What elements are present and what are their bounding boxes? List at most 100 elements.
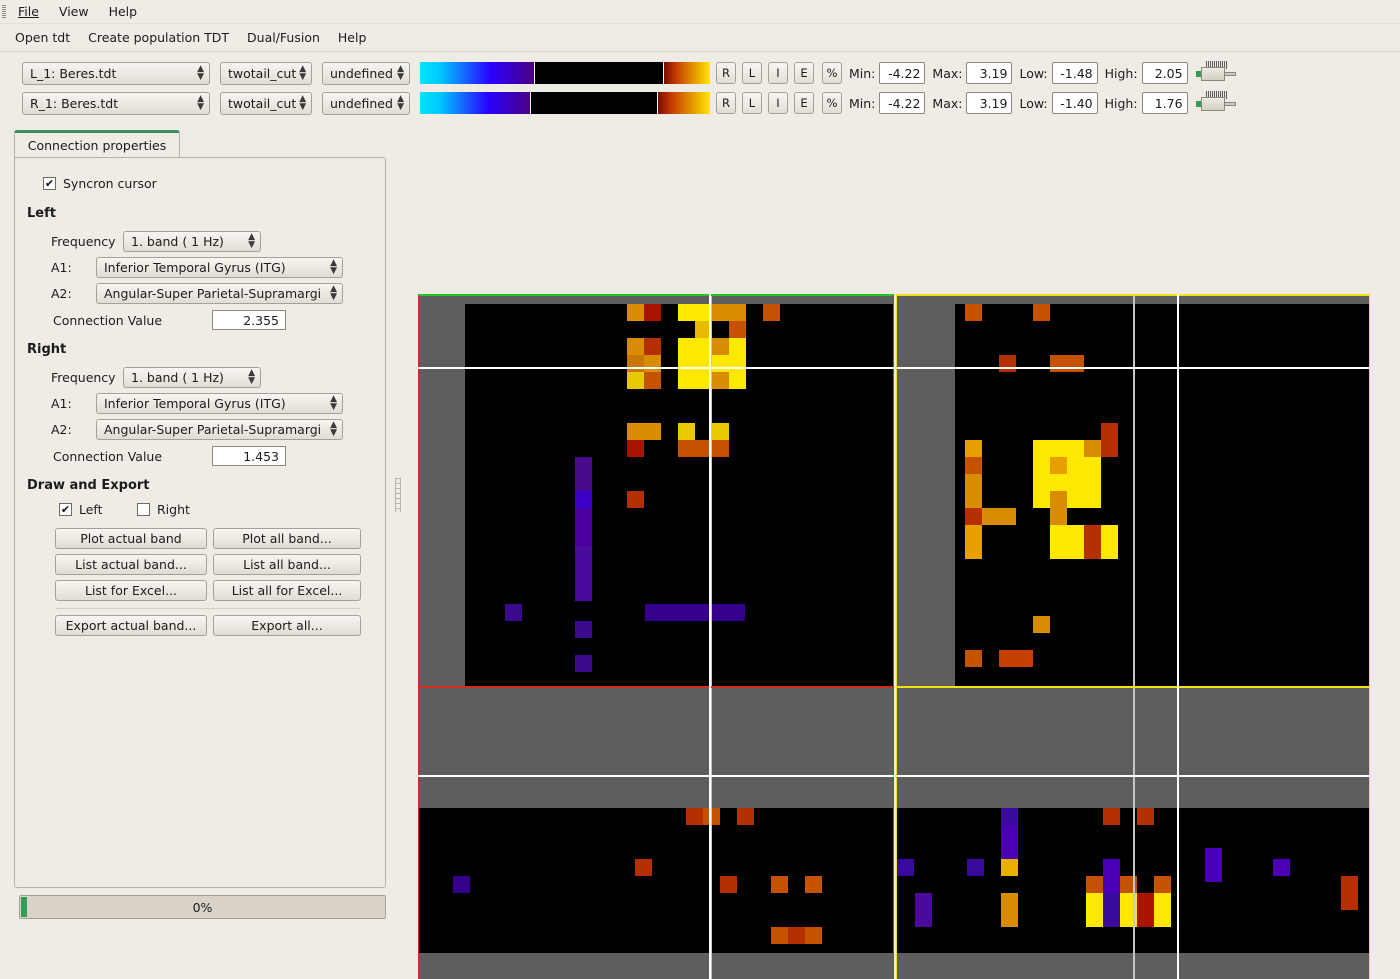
heatmap-cell[interactable] bbox=[1101, 423, 1118, 457]
heatmap-cell[interactable] bbox=[627, 304, 644, 321]
slider-track[interactable] bbox=[1223, 102, 1236, 106]
button-percent-right[interactable]: % bbox=[822, 92, 842, 114]
command-open-tdt[interactable]: Open tdt bbox=[6, 27, 79, 48]
heatmap-cell[interactable] bbox=[771, 927, 788, 944]
button-r-right[interactable]: R bbox=[716, 92, 736, 114]
heatmap-cell[interactable] bbox=[1067, 457, 1084, 474]
heatmap-cell[interactable] bbox=[575, 621, 592, 638]
heatmap-cell[interactable] bbox=[453, 876, 470, 893]
heatmap-cell[interactable] bbox=[678, 423, 695, 440]
button-e-left[interactable]: E bbox=[794, 62, 814, 84]
method-select-right[interactable]: twotail_cut ▲ ▼ bbox=[220, 91, 312, 115]
heatmap-cell[interactable] bbox=[1033, 304, 1050, 321]
connectivity-heatmap[interactable] bbox=[418, 127, 1370, 979]
heatmap-cell[interactable] bbox=[1205, 848, 1222, 882]
left-a2-select[interactable]: Angular-Super Parietal-Supramargi ▲ ▼ bbox=[96, 282, 343, 304]
heatmap-cell[interactable] bbox=[1050, 508, 1067, 525]
heatmap-cell[interactable] bbox=[712, 372, 729, 389]
button-r-left[interactable]: R bbox=[716, 62, 736, 84]
heatmap-cell[interactable] bbox=[627, 355, 644, 372]
heatmap-cell[interactable] bbox=[627, 491, 644, 508]
menu-item-file[interactable]: File bbox=[8, 2, 49, 21]
heatmap-cell[interactable] bbox=[712, 423, 729, 440]
heatmap-cell[interactable] bbox=[1050, 491, 1067, 508]
crosshair-horizontal-left-upper[interactable] bbox=[418, 367, 894, 369]
heatmap-cell[interactable] bbox=[627, 440, 644, 457]
dataset-select-left[interactable]: L_1: Beres.tdt ▲ ▼ bbox=[22, 61, 210, 85]
heatmap-cell[interactable] bbox=[1103, 876, 1120, 893]
heatmap-cell[interactable] bbox=[729, 304, 746, 321]
threshold-slider-right[interactable] bbox=[1195, 91, 1236, 113]
heatmap-cell[interactable] bbox=[729, 338, 746, 355]
heatmap-cell[interactable] bbox=[915, 910, 932, 927]
heatmap-cell[interactable] bbox=[505, 604, 522, 621]
low-input-right[interactable]: -1.40 bbox=[1051, 92, 1098, 114]
heatmap-cell[interactable] bbox=[1001, 859, 1018, 876]
heatmap-cell[interactable] bbox=[965, 650, 982, 667]
heatmap-cell[interactable] bbox=[965, 304, 982, 321]
heatmap-cell[interactable] bbox=[678, 355, 695, 372]
crosshair-horizontal-right-lower[interactable] bbox=[896, 775, 1370, 777]
left-connection-value-field[interactable]: 2.355 bbox=[212, 310, 286, 330]
heatmap-cell[interactable] bbox=[965, 457, 982, 474]
heatmap-cell[interactable] bbox=[1103, 808, 1120, 825]
heatmap-cell[interactable] bbox=[712, 304, 729, 321]
mode-select-left[interactable]: undefined ▲ ▼ bbox=[322, 61, 410, 85]
heatmap-cell[interactable] bbox=[1084, 542, 1101, 559]
left-frequency-select[interactable]: 1. band ( 1 Hz) ▲ ▼ bbox=[123, 230, 261, 252]
heatmap-cell[interactable] bbox=[627, 372, 644, 389]
heatmap-cell[interactable] bbox=[644, 304, 661, 321]
heatmap-cell[interactable] bbox=[915, 893, 932, 910]
menu-drag-grip[interactable] bbox=[2, 4, 6, 19]
heatmap-cell[interactable] bbox=[1101, 542, 1118, 559]
heatmap-cell[interactable] bbox=[737, 808, 754, 825]
heatmap-cell[interactable] bbox=[635, 859, 652, 876]
heatmap-cell[interactable] bbox=[678, 372, 695, 389]
heatmap-cell[interactable] bbox=[788, 927, 805, 944]
crosshair-vertical-left-lower[interactable] bbox=[709, 687, 711, 979]
heatmap-cell[interactable] bbox=[729, 355, 746, 372]
heatmap-cell[interactable] bbox=[1001, 893, 1018, 927]
heatmap-cell[interactable] bbox=[965, 491, 982, 508]
right-connection-value-field[interactable]: 1.453 bbox=[212, 446, 286, 466]
heatmap-cell[interactable] bbox=[712, 338, 729, 355]
min-input-left[interactable]: -4.22 bbox=[879, 62, 926, 84]
heatmap-cell[interactable] bbox=[965, 474, 982, 491]
heatmap-cell[interactable] bbox=[627, 423, 644, 440]
high-input-left[interactable]: 2.05 bbox=[1141, 62, 1188, 84]
list-all-for-excel-button[interactable]: List all for Excel... bbox=[213, 580, 361, 601]
heatmap-cell[interactable] bbox=[1101, 525, 1118, 542]
heatmap-cell[interactable] bbox=[1033, 440, 1084, 457]
heatmap-cell[interactable] bbox=[729, 372, 746, 389]
syncron-cursor-checkbox[interactable]: ✔ Syncron cursor bbox=[43, 176, 157, 191]
colorbar-right[interactable] bbox=[420, 92, 710, 114]
heatmap-cell[interactable] bbox=[1033, 457, 1050, 474]
heatmap-cell[interactable] bbox=[575, 655, 592, 672]
menu-item-view[interactable]: View bbox=[49, 2, 99, 21]
plot-actual-band-button[interactable]: Plot actual band bbox=[55, 528, 207, 549]
export-left-checkbox[interactable]: ✔ Left bbox=[59, 502, 103, 517]
heatmap-cell[interactable] bbox=[1084, 440, 1101, 457]
heatmap-cell[interactable] bbox=[1084, 457, 1101, 474]
command-dual-fusion[interactable]: Dual/Fusion bbox=[238, 27, 329, 48]
heatmap-cell[interactable] bbox=[1050, 525, 1084, 542]
heatmap-cell[interactable] bbox=[678, 338, 695, 355]
heatmap-quadrant-left-lower[interactable] bbox=[418, 687, 894, 979]
heatmap-cell[interactable] bbox=[720, 876, 737, 893]
heatmap-cell[interactable] bbox=[999, 355, 1016, 372]
export-actual-band-button[interactable]: Export actual band... bbox=[55, 615, 207, 636]
heatmap-quadrant-left-upper[interactable] bbox=[418, 294, 894, 687]
method-select-left[interactable]: twotail_cut ▲ ▼ bbox=[220, 61, 312, 85]
heatmap-cell[interactable] bbox=[678, 304, 712, 321]
heatmap-cell[interactable] bbox=[1103, 893, 1120, 910]
colorbar-left[interactable] bbox=[420, 62, 710, 84]
heatmap-cell[interactable] bbox=[1033, 491, 1050, 508]
slider-handle[interactable] bbox=[1200, 97, 1225, 111]
heatmap-cell[interactable] bbox=[1050, 542, 1084, 559]
button-i-right[interactable]: I bbox=[768, 92, 788, 114]
heatmap-cell[interactable] bbox=[645, 604, 745, 621]
threshold-slider-left[interactable] bbox=[1195, 61, 1236, 83]
heatmap-cell[interactable] bbox=[1137, 808, 1154, 825]
export-right-checkbox[interactable]: Right bbox=[137, 502, 190, 517]
heatmap-cell[interactable] bbox=[965, 542, 982, 559]
